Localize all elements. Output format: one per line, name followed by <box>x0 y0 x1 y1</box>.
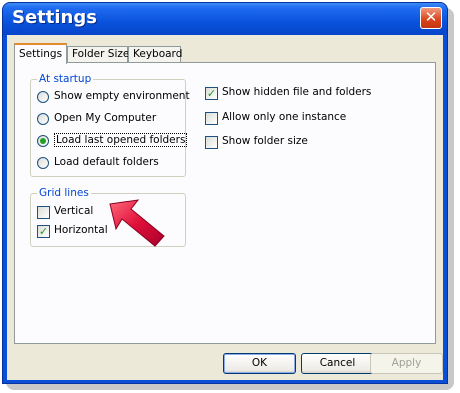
radio-selected-dot <box>40 138 46 144</box>
settings-dialog: Settings ✕ Settings Folder Sizes Keyboar… <box>2 2 448 384</box>
checkbox-label: Horizontal <box>54 224 108 236</box>
at-startup-group: At startup Show empty environment Open M… <box>30 73 190 177</box>
radio-circle[interactable] <box>37 157 49 169</box>
tab-keyboard[interactable]: Keyboard <box>128 46 183 63</box>
checkbox-box[interactable] <box>37 206 50 219</box>
at-startup-legend: At startup <box>37 73 94 85</box>
radio-label: Open My Computer <box>54 112 157 124</box>
check-mark-icon: ✓ <box>206 87 217 100</box>
checkbox-label: Vertical <box>54 205 94 217</box>
tab-keyboard-label: Keyboard <box>133 48 183 60</box>
close-button[interactable]: ✕ <box>420 7 442 29</box>
radio-label: Show empty environment <box>54 90 190 102</box>
title-bar[interactable]: Settings ✕ <box>3 3 447 35</box>
apply-button: Apply <box>370 353 443 374</box>
dialog-client-area: Settings Folder Sizes Keyboard At startu… <box>7 35 443 380</box>
red-arrow-icon <box>109 199 165 247</box>
checkbox-label: Allow only one instance <box>222 111 347 123</box>
checkbox-box-checked[interactable]: ✓ <box>37 225 50 238</box>
radio-label: Load default folders <box>54 156 159 168</box>
check-mark-icon: ✓ <box>38 225 49 238</box>
checkbox-box[interactable] <box>205 136 218 149</box>
tab-settings-label: Settings <box>19 48 63 60</box>
radio-circle[interactable] <box>37 113 49 125</box>
checkbox-label: Show folder size <box>222 135 308 147</box>
ok-button[interactable]: OK <box>223 353 296 374</box>
grid-lines-legend: Grid lines <box>37 187 91 199</box>
radio-label: Load last opened folders <box>54 133 188 147</box>
checkbox-label: Show hidden file and folders <box>222 86 372 98</box>
window-title: Settings <box>12 7 97 28</box>
cancel-button[interactable]: Cancel <box>301 353 374 374</box>
tab-folder-sizes-label: Folder Sizes <box>72 48 135 60</box>
close-icon: ✕ <box>424 8 438 26</box>
tab-folder-sizes[interactable]: Folder Sizes <box>67 46 135 63</box>
radio-circle-selected[interactable] <box>37 135 49 147</box>
radio-circle[interactable] <box>37 91 49 103</box>
checkbox-box[interactable] <box>205 112 218 125</box>
tab-settings[interactable]: Settings <box>14 43 67 64</box>
settings-tab-panel: At startup Show empty environment Open M… <box>14 62 436 344</box>
checkbox-box-checked[interactable]: ✓ <box>205 87 218 100</box>
